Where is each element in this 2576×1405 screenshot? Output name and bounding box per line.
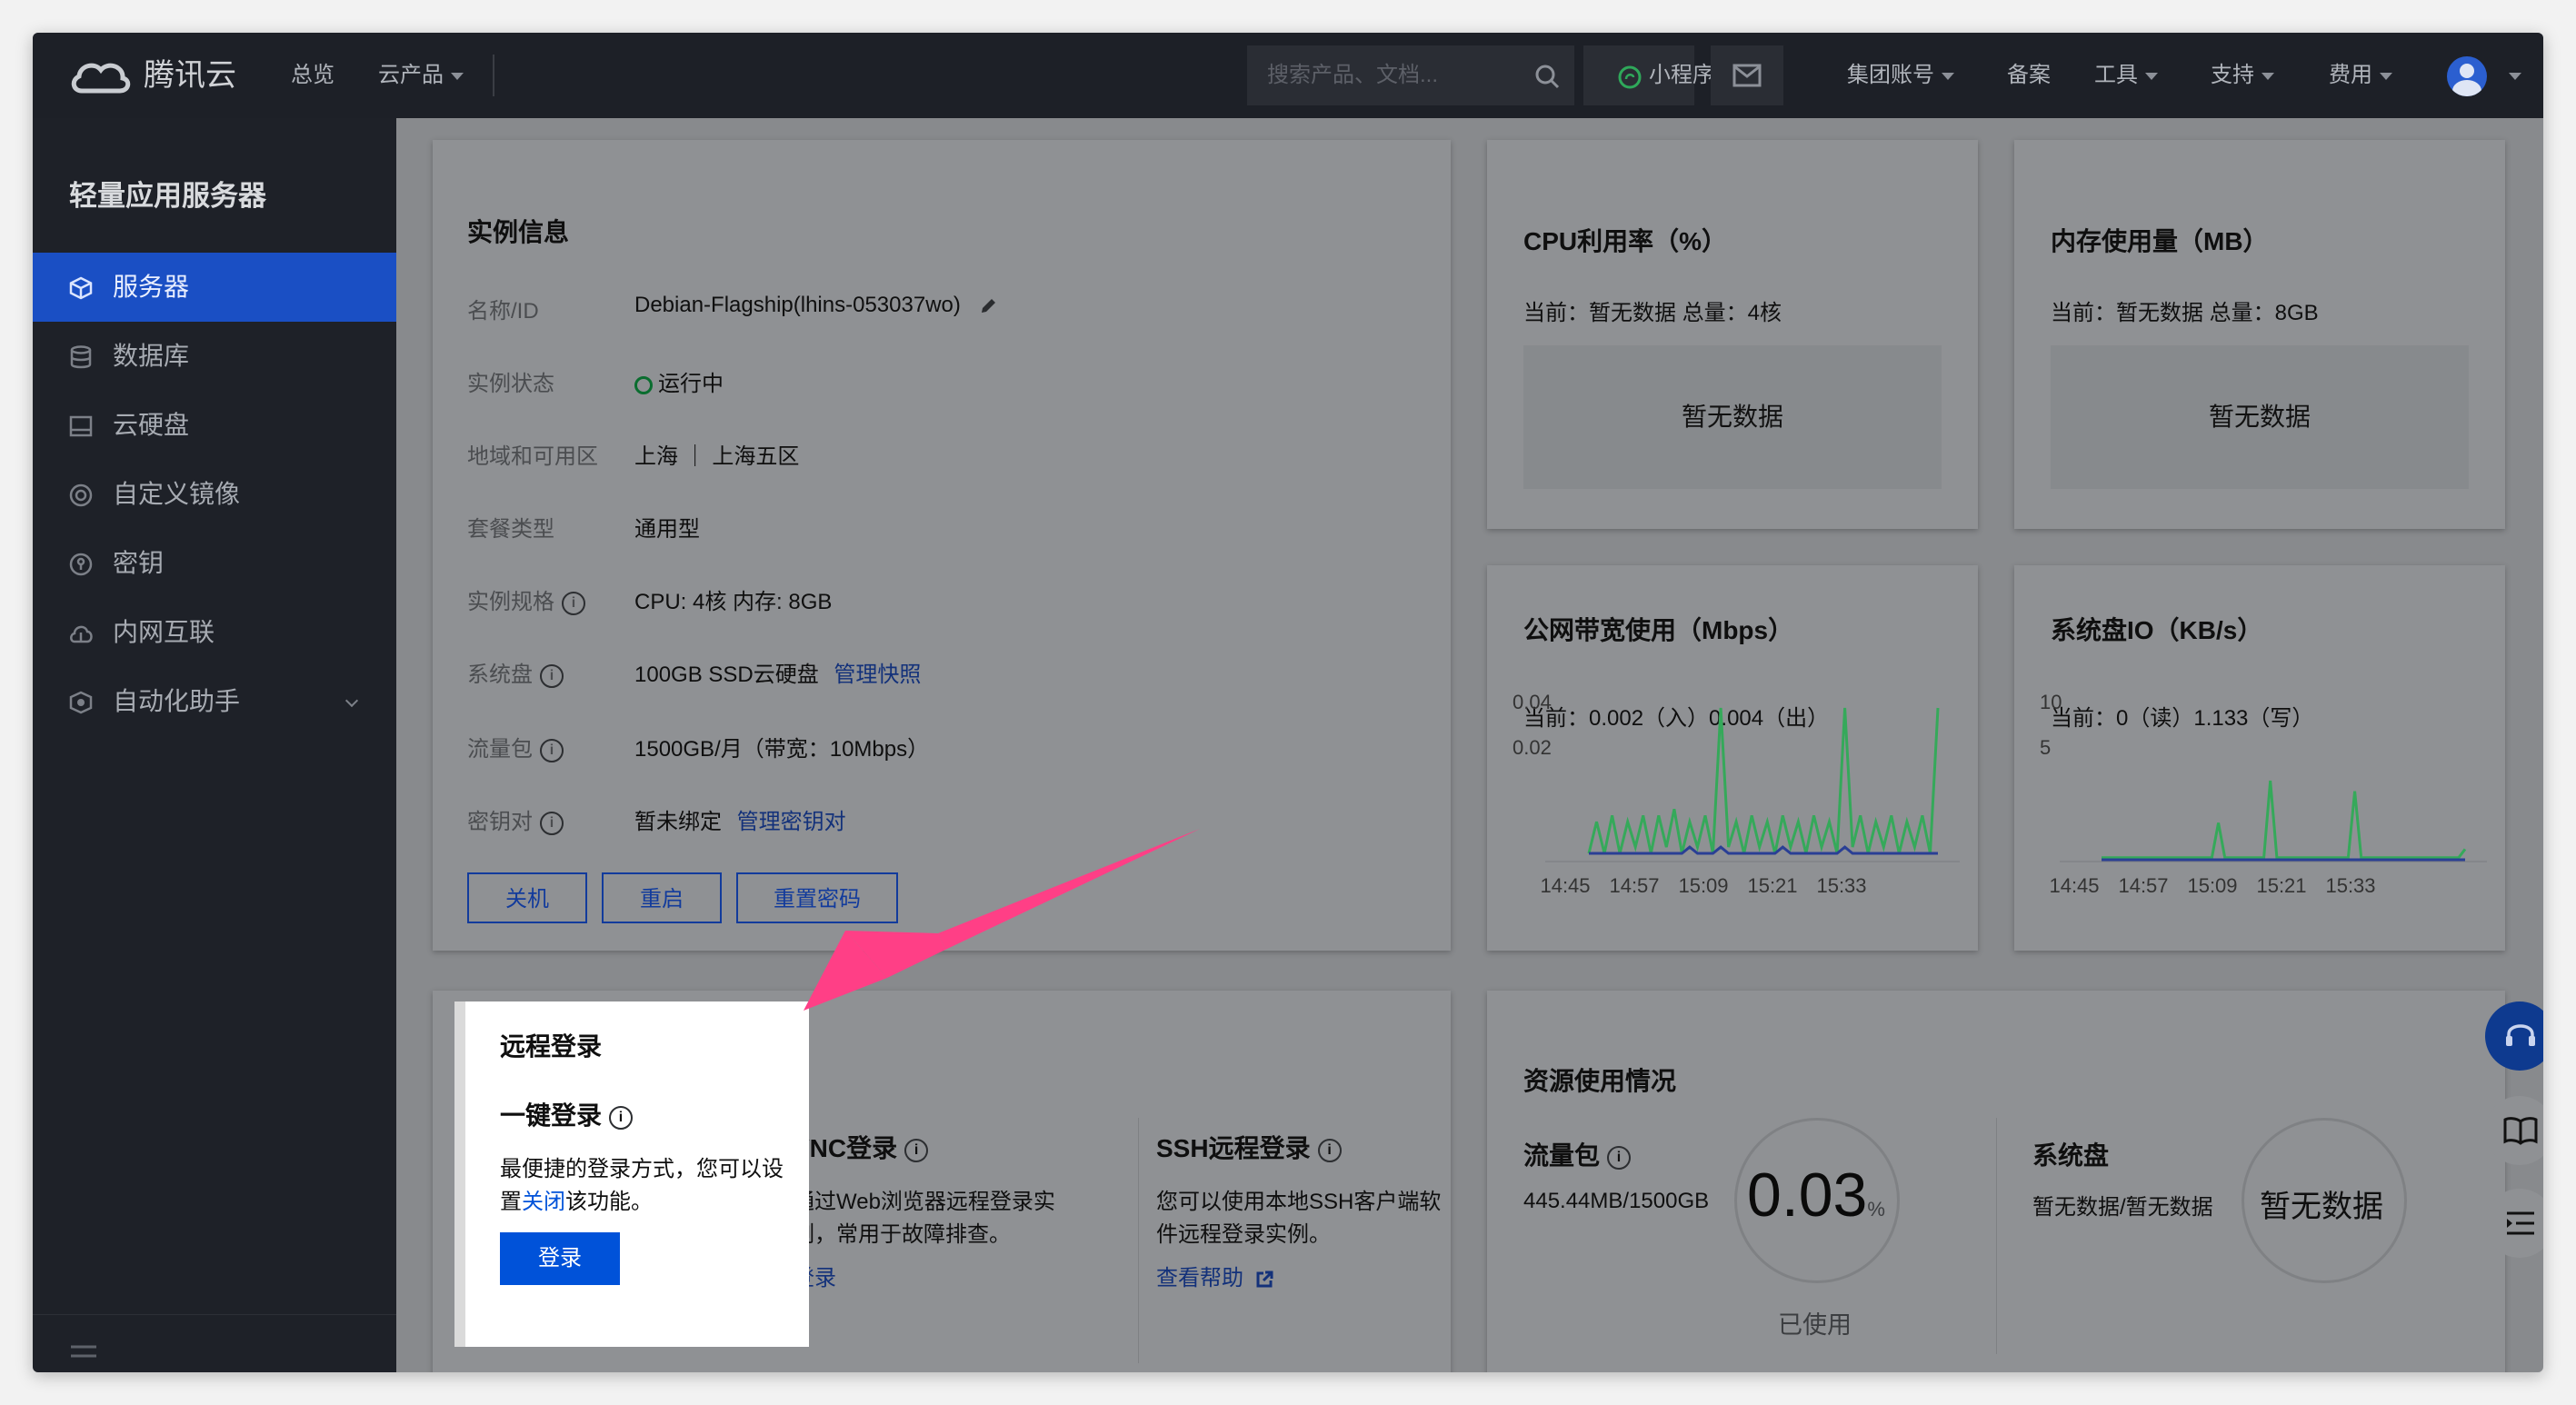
annotation-arrow-shaft [938,829,1200,950]
app-window: 腾讯云 总览 云产品 搜索产品、文档... 小程序 集团账号 备案 工具 支持 … [33,33,2543,1372]
annotation-arrow [804,829,1200,1011]
